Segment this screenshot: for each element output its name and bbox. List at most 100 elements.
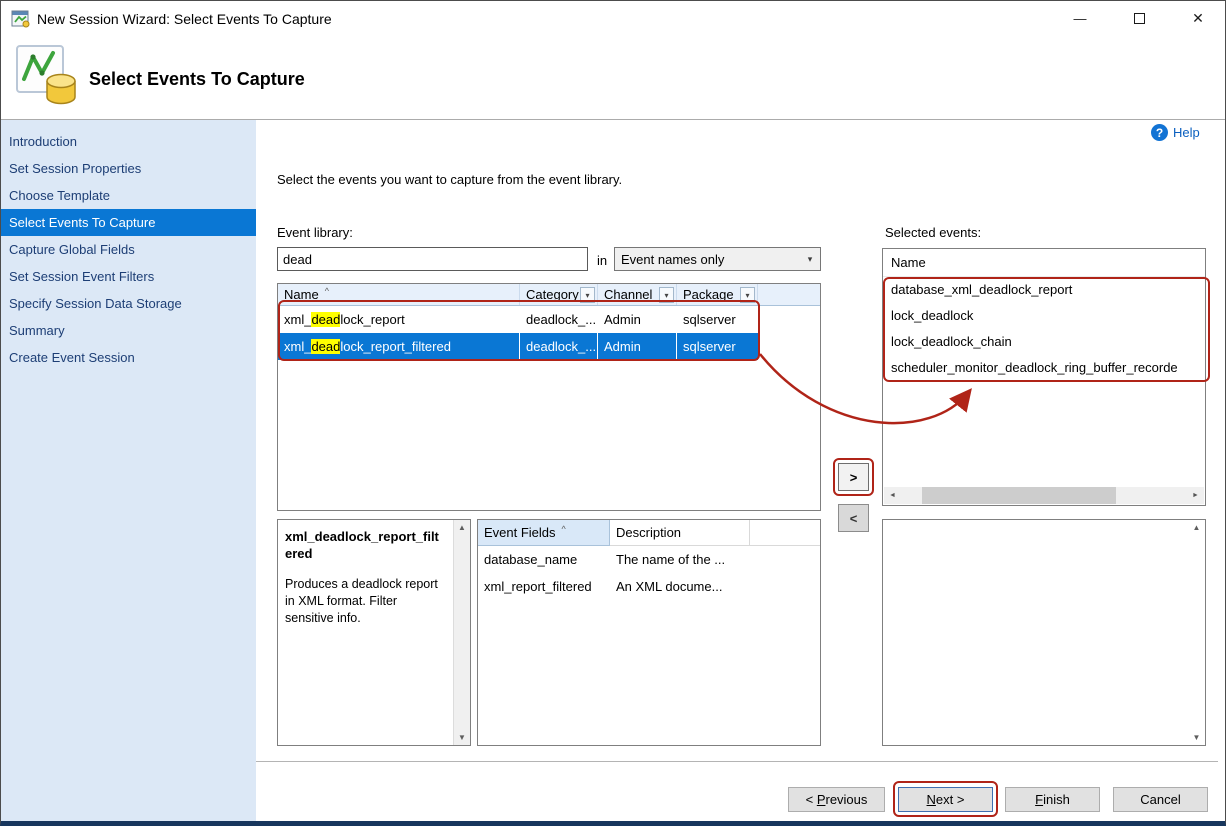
- chevron-down-icon: ▾: [800, 254, 820, 265]
- column-header-name[interactable]: Name ^: [278, 284, 520, 305]
- title-bar: New Session Wizard: Select Events To Cap…: [1, 1, 1225, 37]
- selected-event-fields-panel: ▲ ▼: [882, 519, 1206, 746]
- search-match-highlight: dead: [311, 312, 340, 327]
- column-header-channel[interactable]: Channel ▾: [598, 284, 677, 305]
- minimize-icon: —: [1074, 11, 1087, 26]
- sidebar-item-create-event-session[interactable]: Create Event Session: [1, 344, 256, 371]
- selected-events-column-header[interactable]: Name: [883, 249, 1205, 277]
- event-fields-table: Event Fields ^ Description database_name…: [477, 519, 821, 746]
- column-header-event-fields-label: Event Fields: [484, 525, 556, 540]
- button-label: ext >: [936, 792, 965, 807]
- column-header-name-label: Name: [284, 287, 319, 302]
- column-header-package[interactable]: Package ▾: [677, 284, 758, 305]
- column-header-description-label: Description: [616, 525, 681, 540]
- event-channel-cell: Admin: [598, 306, 677, 333]
- window-title: New Session Wizard: Select Events To Cap…: [37, 11, 332, 27]
- button-label: revious: [825, 792, 867, 807]
- selected-events-label: Selected events:: [885, 225, 981, 240]
- sidebar-item-capture-global-fields[interactable]: Capture Global Fields: [1, 236, 256, 263]
- scrollbar-track[interactable]: [901, 487, 1187, 504]
- instruction-text: Select the events you want to capture fr…: [277, 172, 622, 187]
- sidebar-item-set-session-properties[interactable]: Set Session Properties: [1, 155, 256, 182]
- search-scope-value: Event names only: [615, 252, 800, 267]
- scrollbar-thumb[interactable]: [922, 487, 1116, 504]
- previous-button[interactable]: < Previous: [788, 787, 885, 812]
- sidebar-item-choose-template[interactable]: Choose Template: [1, 182, 256, 209]
- event-field-row[interactable]: xml_report_filtered An XML docume...: [478, 573, 820, 600]
- package-filter-dropdown-icon[interactable]: ▾: [740, 287, 755, 303]
- event-name-pre: xml_: [284, 339, 311, 354]
- event-package-cell: sqlserver: [677, 306, 759, 333]
- field-name-cell: xml_report_filtered: [478, 573, 610, 600]
- selected-event-item[interactable]: database_xml_deadlock_report: [883, 277, 1205, 303]
- scroll-down-icon[interactable]: ▼: [454, 733, 470, 742]
- event-name-pre: xml_: [284, 312, 311, 327]
- event-channel-cell: Admin: [598, 333, 677, 360]
- column-header-event-fields[interactable]: Event Fields ^: [478, 520, 610, 546]
- column-header-category[interactable]: Category ▾: [520, 284, 598, 305]
- selected-event-item[interactable]: scheduler_monitor_deadlock_ring_buffer_r…: [883, 355, 1205, 381]
- in-label: in: [597, 253, 607, 268]
- button-label: F: [1035, 792, 1043, 807]
- field-name-cell: database_name: [478, 546, 610, 573]
- vertical-scrollbar[interactable]: ▲ ▼: [453, 520, 470, 745]
- vertical-scrollbar[interactable]: ▲ ▼: [1188, 520, 1205, 745]
- wizard-steps-sidebar: Introduction Set Session Properties Choo…: [1, 120, 256, 821]
- wizard-window: New Session Wizard: Select Events To Cap…: [0, 0, 1226, 826]
- event-library-table: Name ^ Category ▾ Channel ▾ Package ▾ xm…: [277, 283, 821, 511]
- minimize-button[interactable]: —: [1057, 1, 1103, 36]
- close-button[interactable]: ✕: [1175, 1, 1221, 36]
- event-description-body: Produces a deadlock report in XML format…: [285, 576, 446, 627]
- sidebar-item-set-session-event-filters[interactable]: Set Session Event Filters: [1, 263, 256, 290]
- search-input[interactable]: [277, 247, 588, 271]
- search-scope-dropdown[interactable]: Event names only ▾: [614, 247, 821, 271]
- selected-events-list: Name database_xml_deadlock_report lock_d…: [882, 248, 1206, 506]
- event-package-cell: sqlserver: [677, 333, 759, 360]
- selected-event-item[interactable]: lock_deadlock: [883, 303, 1205, 329]
- event-library-label: Event library:: [277, 225, 353, 240]
- selected-event-item[interactable]: lock_deadlock_chain: [883, 329, 1205, 355]
- button-label: <: [806, 792, 817, 807]
- search-match-highlight: dead: [311, 339, 340, 354]
- scroll-right-icon[interactable]: ►: [1187, 487, 1204, 504]
- remove-event-button[interactable]: <: [838, 504, 869, 532]
- maximize-button[interactable]: [1116, 1, 1162, 36]
- column-header-description[interactable]: Description: [610, 520, 750, 546]
- scroll-down-icon[interactable]: ▼: [1188, 733, 1205, 742]
- category-filter-dropdown-icon[interactable]: ▾: [580, 287, 595, 303]
- horizontal-scrollbar[interactable]: ◄ ►: [884, 487, 1204, 504]
- next-button[interactable]: Next >: [898, 787, 993, 812]
- cancel-button[interactable]: Cancel: [1113, 787, 1208, 812]
- column-header-category-label: Category: [526, 287, 579, 302]
- button-label: Cancel: [1140, 792, 1180, 807]
- help-link[interactable]: ? Help: [1151, 124, 1200, 141]
- wizard-chart-database-icon: [15, 44, 79, 108]
- event-field-row[interactable]: database_name The name of the ...: [478, 546, 820, 573]
- channel-filter-dropdown-icon[interactable]: ▾: [659, 287, 674, 303]
- help-icon[interactable]: ?: [1151, 124, 1168, 141]
- help-label[interactable]: Help: [1173, 125, 1200, 140]
- event-name-cell: xml_deadlock_report: [278, 306, 520, 333]
- event-row-xml-deadlock-report[interactable]: xml_deadlock_report deadlock_... Admin s…: [278, 306, 759, 333]
- sidebar-item-select-events-to-capture[interactable]: Select Events To Capture: [1, 209, 256, 236]
- sort-ascending-icon: ^: [562, 524, 566, 534]
- button-label: inish: [1043, 792, 1070, 807]
- left-arrow-icon: <: [850, 511, 858, 526]
- event-row-xml-deadlock-report-filtered[interactable]: xml_deadlock_report_filtered deadlock_..…: [278, 333, 759, 360]
- sidebar-item-specify-session-data-storage[interactable]: Specify Session Data Storage: [1, 290, 256, 317]
- sidebar-item-introduction[interactable]: Introduction: [1, 128, 256, 155]
- event-name-post: lock_report: [340, 312, 404, 327]
- scroll-left-icon[interactable]: ◄: [884, 487, 901, 504]
- app-icon[interactable]: [11, 9, 31, 29]
- column-header-filler: [750, 520, 820, 546]
- event-fields-header: Event Fields ^ Description: [478, 520, 820, 546]
- finish-button[interactable]: Finish: [1005, 787, 1100, 812]
- add-event-button[interactable]: >: [838, 463, 869, 491]
- event-description-content: xml_deadlock_report_filtered Produces a …: [278, 520, 453, 745]
- sidebar-item-summary[interactable]: Summary: [1, 317, 256, 344]
- scroll-up-icon[interactable]: ▲: [1188, 523, 1205, 532]
- scroll-up-icon[interactable]: ▲: [454, 523, 470, 532]
- page-title: Select Events To Capture: [89, 69, 305, 90]
- event-name-post: lock_report_filtered: [340, 339, 451, 354]
- column-header-filler: [758, 284, 820, 305]
